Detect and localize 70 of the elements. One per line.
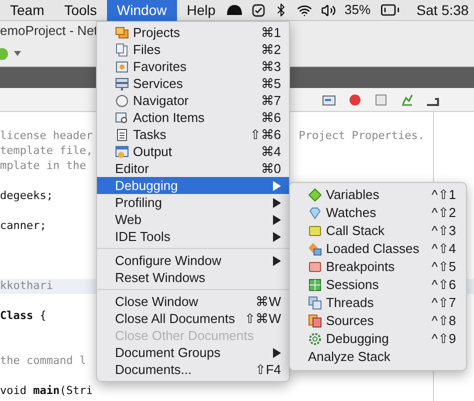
folders-icon [115,26,129,40]
menu-item[interactable]: Threads ^⇧7 [290,294,466,312]
menu-item[interactable]: Call Stack ^⇧3 [290,222,466,240]
stacked-pages-icon [308,314,322,328]
menu-item[interactable]: Close All Documents ⇧⌘W [97,310,289,327]
menu-item[interactable]: Close Window ⌘W [97,293,289,310]
code-line: kkothari [0,278,53,294]
code-line: void main(Stri [0,383,93,400]
menu-item[interactable]: Variables ^⇧1 [290,186,466,204]
menu-item[interactable]: Files ⌘2 [97,41,289,58]
code-line: canner; [0,218,46,234]
menu-item[interactable]: Profiling [97,194,289,211]
code-line: license header [0,128,93,144]
code-line: template file, [0,143,93,160]
menu-item[interactable]: Sessions ^⇧6 [290,276,466,294]
menu-item[interactable]: Sources ^⇧8 [290,312,466,330]
bell-shape-icon[interactable] [226,4,243,16]
window-search-icon [115,110,129,124]
document-icon [115,42,129,56]
menu-item[interactable]: Services ⌘5 [97,75,289,92]
diamond-icon [308,188,322,202]
menu-item[interactable]: Configure Window [97,252,289,269]
window-title: emoProject - Net [0,22,98,40]
code-line: Class { [0,308,46,324]
menu-item[interactable]: Watches ^⇧2 [290,204,466,222]
rectangle-icon [308,224,322,238]
menu-item[interactable]: Breakpoints ^⇧5 [290,258,466,276]
server-icon [115,76,129,90]
menu-item[interactable]: Web [97,211,289,228]
submenu-arrow-icon [273,348,281,358]
gem-icon [308,206,322,220]
stacked-windows-icon [308,296,322,310]
record-icon[interactable] [348,92,362,106]
menu-item[interactable]: Editor ⌘0 [97,160,289,177]
menu-item[interactable]: Debugging ^⇧9 [290,330,466,348]
menu-item[interactable]: Projects ⌘1 [97,24,289,41]
menu-item[interactable]: Action Items ⌘6 [97,109,289,126]
menu-item[interactable]: Navigator ⌘7 [97,92,289,109]
menu-item[interactable]: IDE Tools [97,228,289,245]
code-line: degeeks; [0,188,53,204]
code-line: the command l [0,353,86,370]
square-icon [308,260,322,274]
list-icon [115,128,129,142]
menu-item[interactable]: Document Groups [97,344,289,361]
code-line: Project Properties. [298,128,425,144]
menu-bar-item[interactable]: Team [0,0,54,20]
console-icon [115,144,129,158]
menu-item[interactable]: Loaded Classes ^⇧4 [290,240,466,258]
menu-item[interactable]: Output ⌘4 [97,143,289,160]
menu-bar-item[interactable]: Window [106,0,177,20]
wifi-icon[interactable] [296,2,312,18]
menu-bar-clock[interactable]: Sat 5:38 [416,0,473,20]
battery-percent: 35% [344,1,371,20]
stop-icon[interactable] [374,92,388,106]
submenu-arrow-icon [273,256,281,266]
shapes-icon [308,242,322,256]
caret-icon[interactable] [14,51,21,56]
volume-icon[interactable] [320,2,336,18]
menu-item[interactable]: Documents... ⇧F4 [97,361,289,378]
menu-item[interactable]: Analyze Stack [290,348,466,366]
menu-item[interactable]: Debugging [97,177,289,194]
menu-item[interactable]: Favorites ⌘3 [97,58,289,75]
chart-icon[interactable] [400,92,414,106]
menu-item[interactable]: Tasks ⇧⌘6 [97,126,289,143]
gear-icon [308,332,322,346]
menu-item[interactable]: Reset Windows [97,269,289,286]
grid-icon [308,278,322,292]
menu-bar-item[interactable]: Help [176,0,226,20]
menu-bar-item[interactable]: Tools [54,0,107,20]
code-line: mplate in the [0,158,86,174]
